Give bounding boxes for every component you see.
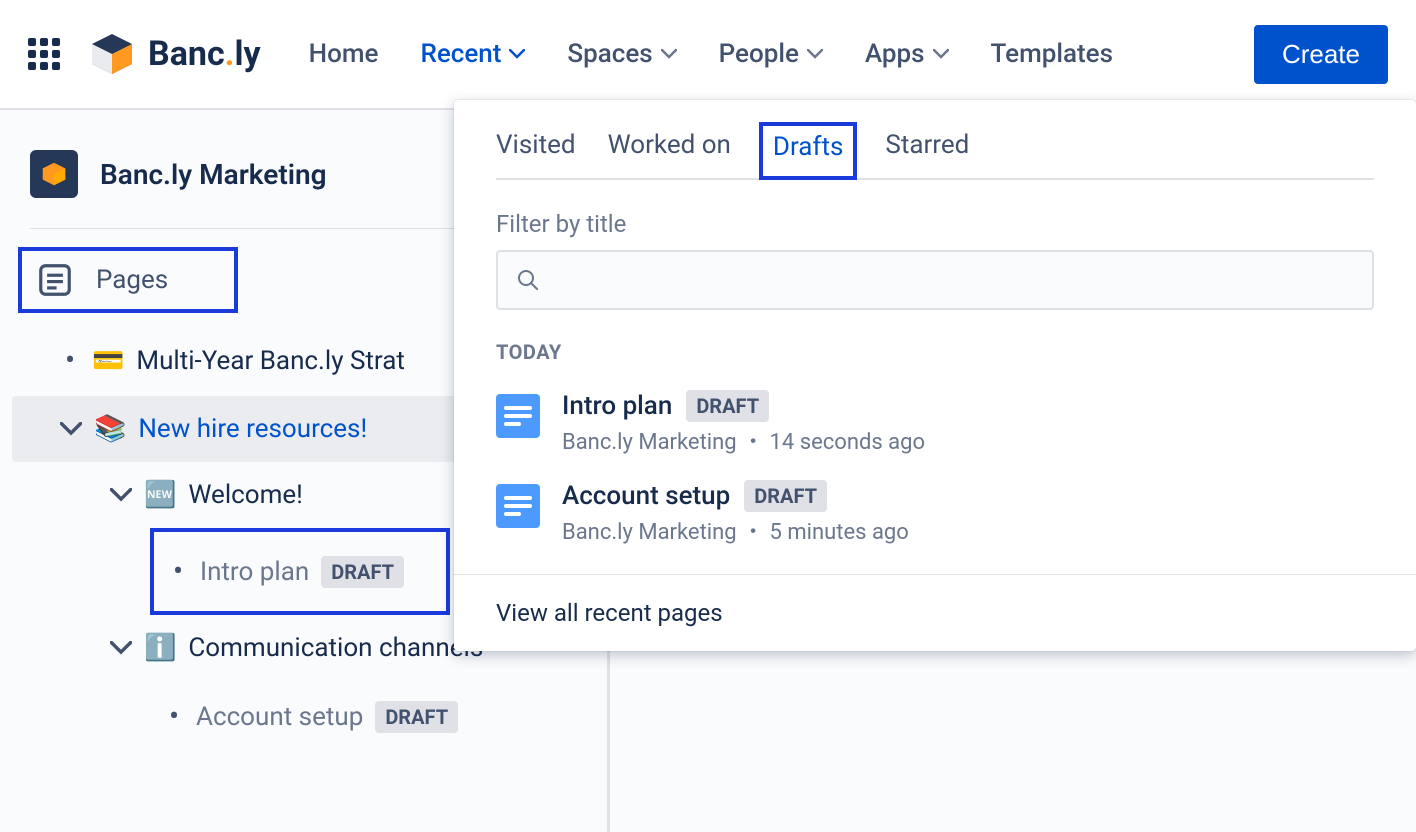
tab-workedon[interactable]: Worked on [608, 130, 731, 178]
chevron-down-icon [661, 49, 677, 59]
chevron-down-icon [509, 49, 525, 59]
search-icon [516, 268, 540, 292]
doc-row-account[interactable]: Account setup DRAFT Banc.ly Marketing ・ … [496, 468, 1374, 558]
emoji-icon: ℹ️ [144, 633, 176, 663]
nav-spaces[interactable]: Spaces [567, 39, 676, 69]
sidebar-pages[interactable]: Pages [18, 247, 238, 313]
document-icon [496, 484, 540, 528]
chevron-down-icon [110, 641, 132, 655]
draft-badge: DRAFT [321, 556, 404, 588]
filter-label: Filter by title [496, 210, 1374, 238]
tab-starred[interactable]: Starred [885, 130, 969, 178]
nav-templates[interactable]: Templates [991, 39, 1113, 69]
draft-badge: DRAFT [686, 390, 769, 422]
top-nav: Banc.ly Home Recent Spaces People Apps T… [0, 0, 1416, 110]
chevron-down-icon [60, 422, 82, 436]
doc-row-introplan[interactable]: Intro plan DRAFT Banc.ly Marketing ・ 14 … [496, 378, 1374, 468]
tree-label: Intro plan [200, 557, 309, 587]
document-icon [496, 394, 540, 438]
draft-badge: DRAFT [375, 701, 458, 733]
draft-badge: DRAFT [744, 480, 827, 512]
bullet-icon: • [60, 343, 80, 378]
emoji-icon: 💳 [92, 346, 124, 376]
tree-item-introplan[interactable]: • Intro plan DRAFT [150, 528, 450, 615]
nav-apps[interactable]: Apps [865, 39, 949, 69]
emoji-icon: 🆕 [144, 480, 176, 510]
create-button[interactable]: Create [1254, 25, 1388, 84]
tree-label: Communication channels [188, 633, 483, 663]
space-title: Banc.ly Marketing [100, 158, 327, 191]
nav-recent[interactable]: Recent [420, 39, 525, 69]
doc-meta: Banc.ly Marketing ・ 14 seconds ago [562, 424, 925, 456]
doc-title: Intro plan [562, 391, 672, 421]
nav-home[interactable]: Home [309, 39, 379, 69]
bullet-icon: • [168, 554, 188, 589]
bullet-icon: • [164, 699, 184, 734]
nav-links: Home Recent Spaces People Apps Templates [309, 39, 1246, 69]
chevron-down-icon [110, 488, 132, 502]
pages-label: Pages [96, 265, 168, 295]
tree-item-account[interactable]: • Account setup DRAFT [0, 681, 607, 752]
recent-dropdown: Visited Worked on Drafts Starred Filter … [454, 100, 1416, 651]
logo-icon [88, 30, 136, 78]
nav-people[interactable]: People [719, 39, 823, 69]
logo-text: Banc.ly [148, 34, 261, 74]
tree-label: Account setup [196, 702, 363, 732]
logo[interactable]: Banc.ly [88, 30, 261, 78]
tree-label: Multi-Year Banc.ly Strat [136, 346, 404, 376]
doc-meta: Banc.ly Marketing ・ 5 minutes ago [562, 514, 909, 546]
pages-icon [36, 261, 74, 299]
view-all-recent[interactable]: View all recent pages [454, 574, 1416, 651]
tree-label: New hire resources! [138, 414, 367, 444]
chevron-down-icon [933, 49, 949, 59]
dropdown-tabs: Visited Worked on Drafts Starred [496, 100, 1374, 180]
tree-label: Welcome! [188, 480, 303, 510]
filter-input[interactable] [496, 250, 1374, 310]
tab-drafts[interactable]: Drafts [759, 122, 857, 180]
space-icon [30, 150, 78, 198]
chevron-down-icon [807, 49, 823, 59]
emoji-icon: 📚 [94, 414, 126, 444]
app-switcher-icon[interactable] [28, 38, 60, 70]
doc-title: Account setup [562, 481, 730, 511]
section-today: TODAY [496, 340, 1374, 364]
tab-visited[interactable]: Visited [496, 130, 576, 178]
